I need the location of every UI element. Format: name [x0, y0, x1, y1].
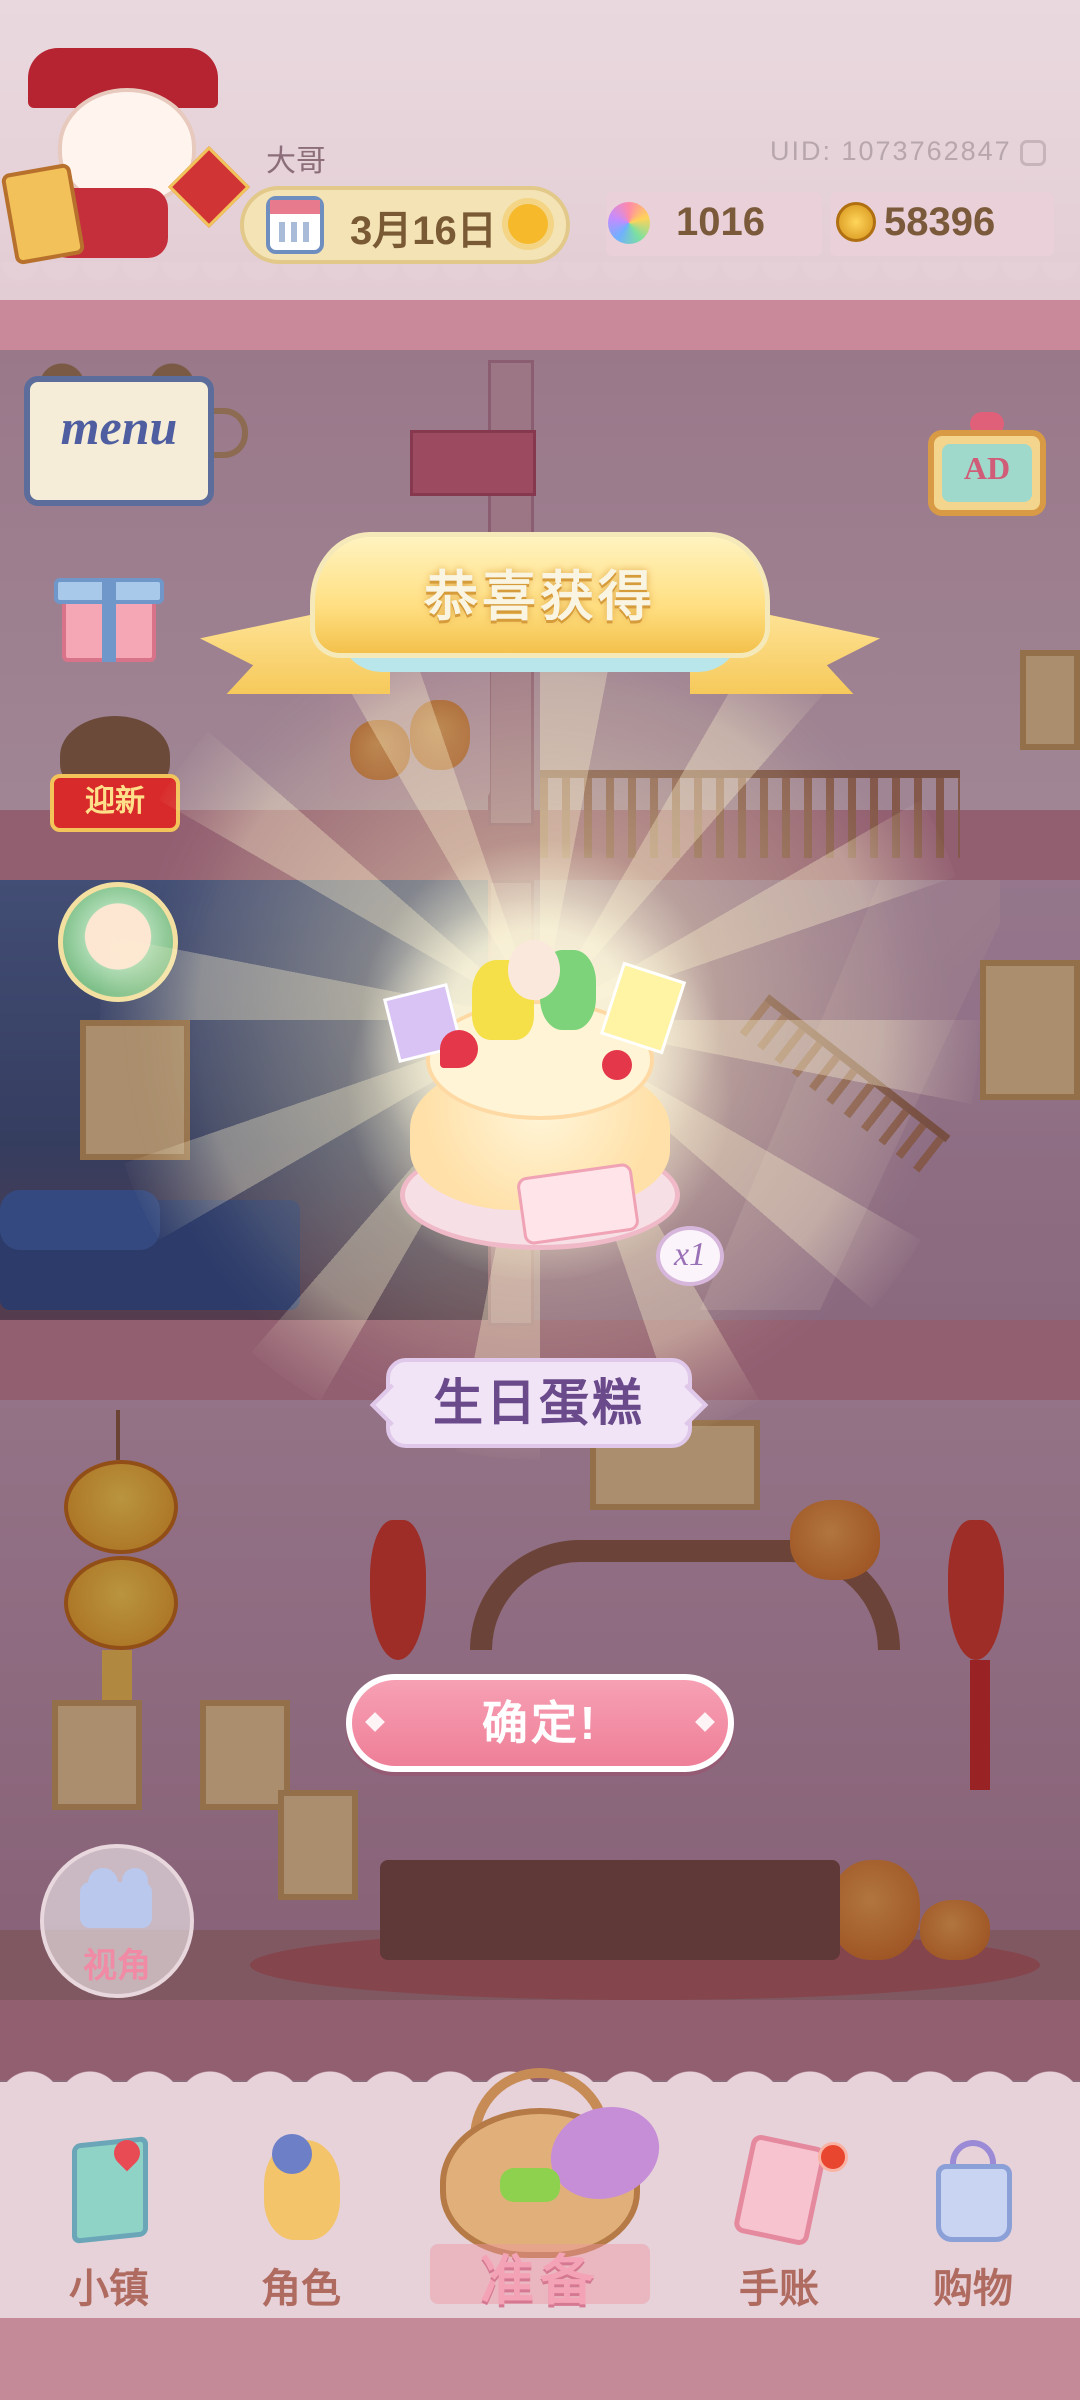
nav-town[interactable]: 小镇: [34, 2134, 184, 2311]
nav-prepare-label: 准备: [480, 2251, 600, 2311]
camera-view-label: 视角: [83, 1947, 151, 1985]
bow-icon: [500, 2168, 560, 2202]
menu-label: menu: [60, 399, 178, 455]
character-hat-icon: [272, 2134, 312, 2174]
menu-button[interactable]: menu: [24, 358, 248, 508]
nav-prepare[interactable]: 准备: [400, 2068, 680, 2311]
coin-icon: [836, 202, 876, 242]
gem-amount: 1016: [676, 200, 765, 244]
confirm-button[interactable]: 确定!: [346, 1674, 734, 1772]
nav-town-label: 小镇: [69, 2267, 149, 2311]
nav-character-label: 角色: [261, 2267, 341, 2311]
bottom-nav-base: [0, 2318, 1080, 2400]
camera-view-button[interactable]: 视角: [40, 1844, 194, 1998]
calendar-icon: [266, 196, 324, 254]
journal-icon: [732, 2133, 828, 2247]
strawberry-decor: [602, 1050, 632, 1080]
copy-icon[interactable]: [1020, 140, 1046, 166]
gem-icon: [608, 202, 650, 244]
gift-button[interactable]: [54, 560, 164, 670]
item-quantity: x1: [656, 1226, 724, 1286]
cake-figurine: [508, 940, 560, 1000]
player-uid: UID: 1073762847: [770, 136, 1012, 166]
notification-dot: [818, 2142, 848, 2172]
player-avatar[interactable]: [0, 48, 251, 278]
header-pink-band: [0, 300, 1080, 350]
birthday-cake-item: [340, 900, 740, 1280]
gift-ribbon-icon: [102, 578, 116, 662]
player-name: 大哥: [266, 145, 326, 178]
sun-weather-icon: [508, 204, 548, 244]
ad-label: AD: [963, 450, 1011, 486]
shopping-bag-icon: [936, 2164, 1012, 2242]
strawberry-decor: [440, 1030, 478, 1068]
nav-journal-label: 手账: [739, 2267, 819, 2311]
ad-button[interactable]: AD: [928, 412, 1046, 516]
reward-title: 恭喜获得: [424, 567, 656, 627]
current-date: 3月16日: [350, 209, 497, 253]
video-camera-icon: [80, 1882, 152, 1928]
coin-amount: 58396: [884, 200, 996, 244]
item-name-label: 生日蛋糕: [386, 1358, 692, 1448]
nav-shop[interactable]: 购物: [898, 2140, 1048, 2311]
nav-character[interactable]: 角色: [226, 2134, 376, 2311]
confirm-label: 确定!: [481, 1697, 599, 1749]
nav-shop-label: 购物: [933, 2267, 1013, 2311]
